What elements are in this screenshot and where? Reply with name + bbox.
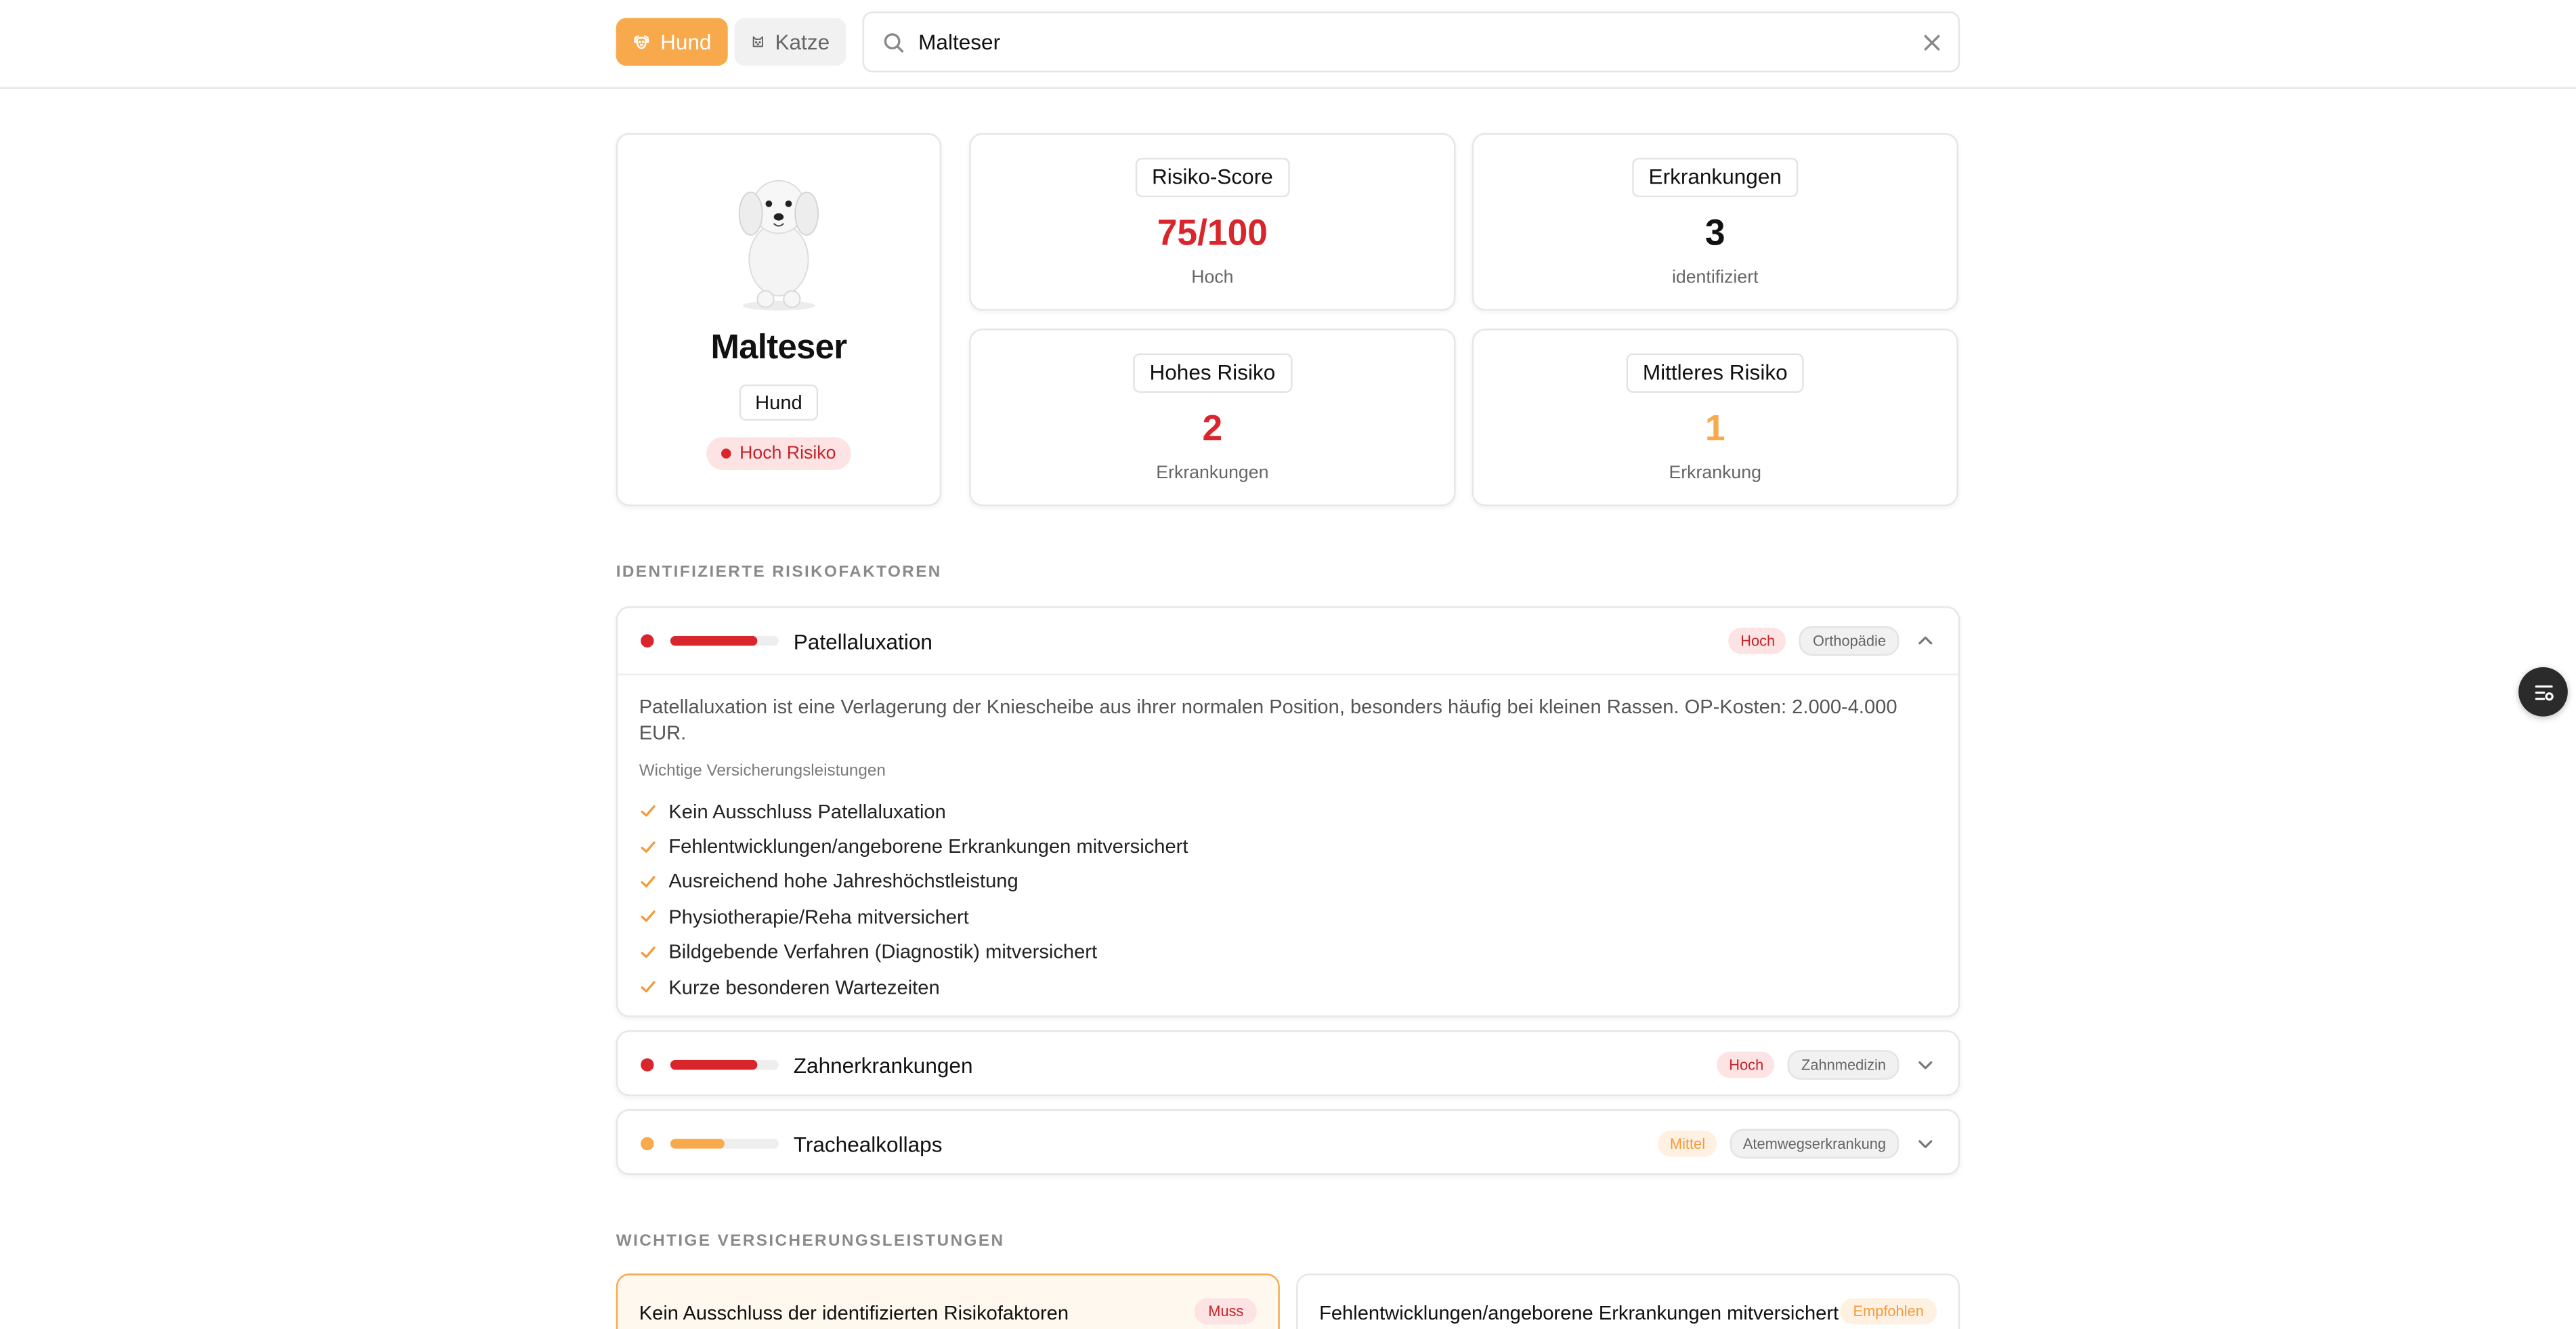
benefit-item: Fehlentwicklungen/angeborene Erkrankunge…: [639, 829, 1188, 864]
species-chip: Hund: [739, 384, 819, 421]
risk-factor-card: Trachealkollaps Mittel Atemwegserkrankun…: [616, 1109, 1960, 1177]
risk-level-tag: Mittel: [1658, 1131, 1717, 1157]
risk-category-tag: Atemwegserkrankung: [1730, 1128, 1899, 1159]
risk-factor-header[interactable]: Trachealkollaps Mittel Atemwegserkrankun…: [618, 1111, 1958, 1177]
risk-dot-icon: [721, 448, 731, 459]
risk-level-tag: Hoch: [1729, 627, 1787, 654]
species-toggle-dog[interactable]: Hund: [616, 18, 728, 66]
insurance-priority-tag: Empfohlen: [1840, 1298, 1937, 1325]
benefit-label: Kurze besonderen Wartezeiten: [668, 975, 940, 999]
stat-label: Erkrankungen: [1632, 157, 1799, 198]
stat-high-risk: Hohes Risiko 2 Erkrankungen: [969, 329, 1456, 507]
stat-risk-score: Risiko-Score 75/100 Hoch: [969, 133, 1456, 311]
risk-factor-name: Zahnerkrankungen: [793, 1053, 973, 1078]
breed-photo: [738, 180, 819, 311]
species-dog-label: Hund: [660, 29, 712, 55]
risk-severity-fill: [670, 635, 757, 646]
risk-factor-tags: Mittel Atemwegserkrankung: [1658, 1128, 1935, 1159]
insurance-benefits-heading: WICHTIGE VERSICHERUNGSLEISTUNGEN: [616, 1232, 1005, 1251]
risk-dot-icon: [641, 1058, 654, 1072]
floating-action-button[interactable]: [2518, 667, 2568, 717]
benefit-item: Physiotherapie/Reha mitversichert: [639, 899, 1188, 934]
stat-sub: identifiziert: [1671, 268, 1759, 288]
benefits-subheading: Wichtige Versicherungsleistungen: [639, 762, 886, 781]
risk-badge: Hoch Risiko: [706, 437, 851, 470]
benefit-item: Ausreichend hohe Jahreshöchstleistung: [639, 864, 1188, 900]
risk-factor-tags: Hoch Orthopädie: [1729, 626, 1935, 656]
insurance-benefit-card[interactable]: Fehlentwicklungen/angeborene Erkrankunge…: [1296, 1273, 1960, 1329]
list-filter-icon: [2534, 684, 2553, 700]
stat-value: 75/100: [1157, 211, 1268, 253]
stat-sub: Erkrankungen: [1156, 463, 1269, 484]
insurance-benefit-text: Kein Ausschluss der identifizierten Risi…: [639, 1301, 1069, 1325]
benefit-label: Bildgebende Verfahren (Diagnostik) mitve…: [668, 940, 1098, 964]
species-cat-label: Katze: [775, 29, 830, 55]
risk-factor-header[interactable]: Zahnerkrankungen Hoch Zahnmedizin: [618, 1032, 1958, 1098]
risk-severity-fill: [670, 1139, 725, 1149]
check-icon: [641, 911, 656, 923]
benefit-label: Fehlentwicklungen/angeborene Erkrankunge…: [668, 835, 1188, 858]
risk-dot-icon: [641, 1137, 654, 1151]
risk-factors-heading: IDENTIFIZIERTE RISIKOFAKTOREN: [616, 564, 942, 582]
check-icon: [641, 981, 656, 993]
risk-factor-details: Patellaluxation ist eine Verlagerung der…: [618, 673, 1958, 998]
benefit-item: Kurze besonderen Wartezeiten: [639, 969, 1188, 1005]
top-bar: Hund Katze: [0, 0, 2576, 89]
risk-severity-bar: [670, 635, 779, 646]
benefit-label: Ausreichend hohe Jahreshöchstleistung: [668, 870, 1018, 893]
benefit-item: Kein Ausschluss Patellaluxation: [639, 794, 1188, 829]
stat-diseases: Erkrankungen 3 identifiziert: [1472, 133, 1958, 311]
stat-value: 3: [1704, 211, 1725, 253]
stat-sub: Erkrankung: [1669, 463, 1761, 484]
risk-factor-header[interactable]: Patellaluxation Hoch Orthopädie: [618, 608, 1958, 674]
dog-face-icon: [634, 35, 649, 49]
risk-factor-card: Patellaluxation Hoch Orthopädie Patellal…: [616, 606, 1960, 1017]
risk-category-tag: Zahnmedizin: [1788, 1050, 1899, 1080]
chevron-down-icon[interactable]: [1916, 1134, 1935, 1154]
risk-severity-fill: [670, 1059, 757, 1070]
risk-level-tag: Hoch: [1717, 1051, 1776, 1078]
insurance-priority-tag: Muss: [1195, 1298, 1257, 1325]
check-icon: [641, 805, 656, 818]
cat-face-icon: [752, 36, 763, 47]
stat-value: 2: [1202, 407, 1223, 449]
check-icon: [641, 876, 656, 887]
species-toggle-cat[interactable]: Katze: [734, 18, 846, 66]
check-icon: [641, 841, 656, 852]
risk-factor-name: Trachealkollaps: [793, 1132, 943, 1157]
search-icon: [884, 33, 904, 53]
insurance-benefit-card[interactable]: Kein Ausschluss der identifizierten Risi…: [616, 1273, 1280, 1329]
risk-badge-label: Hoch Risiko: [739, 444, 836, 464]
stat-label: Risiko-Score: [1135, 157, 1290, 198]
risk-severity-bar: [670, 1059, 779, 1070]
benefit-label: Kein Ausschluss Patellaluxation: [668, 799, 946, 823]
risk-factor-tags: Hoch Zahnmedizin: [1717, 1050, 1935, 1080]
risk-factor-description: Patellaluxation ist eine Verlagerung der…: [639, 695, 1897, 744]
risk-severity-bar: [670, 1139, 779, 1149]
risk-factor-card: Zahnerkrankungen Hoch Zahnmedizin: [616, 1030, 1960, 1098]
check-icon: [641, 946, 656, 958]
stat-label: Mittleres Risiko: [1626, 353, 1804, 393]
chevron-up-icon[interactable]: [1916, 631, 1935, 651]
risk-factor-name: Patellaluxation: [793, 629, 932, 654]
breed-name: Malteser: [710, 329, 847, 366]
close-icon[interactable]: [1922, 33, 1941, 53]
stat-value: 1: [1704, 407, 1725, 449]
risk-dot-icon: [641, 634, 654, 648]
stat-medium-risk: Mittleres Risiko 1 Erkrankung: [1472, 329, 1958, 507]
search-input[interactable]: [918, 13, 1904, 71]
benefit-item: Bildgebende Verfahren (Diagnostik) mitve…: [639, 934, 1188, 969]
stat-label: Hohes Risiko: [1133, 353, 1292, 393]
benefit-label: Physiotherapie/Reha mitversichert: [668, 905, 969, 929]
stat-sub: Hoch: [1191, 268, 1234, 288]
risk-category-tag: Orthopädie: [1799, 626, 1899, 656]
breed-search: [862, 11, 1960, 72]
benefits-list: Kein Ausschluss Patellaluxation Fehlentw…: [639, 794, 1188, 1005]
insurance-benefit-text: Fehlentwicklungen/angeborene Erkrankunge…: [1319, 1301, 1839, 1325]
chevron-down-icon[interactable]: [1916, 1055, 1935, 1074]
